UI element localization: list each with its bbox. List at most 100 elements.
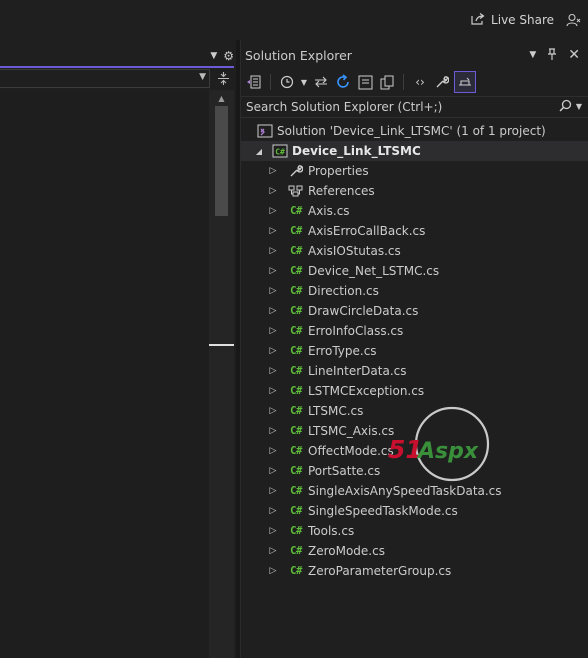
editor-dropdown-icon[interactable]: ▼ xyxy=(210,51,217,61)
tree-project-node[interactable]: ◢ C# Device_Link_LTSMC xyxy=(241,141,588,161)
tree-item-label: Properties xyxy=(308,164,369,178)
csharp-project-icon: C# xyxy=(271,143,289,159)
solution-label: Solution 'Device_Link_LTSMC' (1 of 1 pro… xyxy=(277,124,546,138)
csharp-file-icon: C# xyxy=(290,245,302,257)
scroll-up-icon[interactable]: ▲ xyxy=(209,91,234,105)
collapsed-arrow-icon[interactable]: ▷ xyxy=(267,306,279,316)
live-share-button[interactable]: Live Share xyxy=(470,10,554,30)
tree-item-label: AxisIOStutas.cs xyxy=(308,244,401,258)
csharp-file-icon: C# xyxy=(290,405,302,417)
collapsed-arrow-icon[interactable]: ▷ xyxy=(267,286,279,296)
csharp-file-icon: C# xyxy=(290,525,302,537)
expanded-arrow-icon[interactable]: ◢ xyxy=(253,147,265,156)
tree-item[interactable]: ▷ C# DrawCircleData.cs xyxy=(241,301,588,321)
editor-settings-icon[interactable]: ⚙ xyxy=(223,49,234,63)
pin-icon[interactable] xyxy=(547,47,557,63)
collapsed-arrow-icon[interactable]: ▷ xyxy=(267,246,279,256)
tree-item[interactable]: ▷ C# Axis.cs xyxy=(241,201,588,221)
switch-views-icon[interactable] xyxy=(244,71,264,93)
refresh-icon[interactable] xyxy=(333,71,353,93)
properties-wrench-icon[interactable] xyxy=(432,71,452,93)
tree-item[interactable]: ▷ C# LineInterData.cs xyxy=(241,361,588,381)
panel-title-buttons: ▼ ✕ xyxy=(529,47,580,63)
editor-navigation-dropdown[interactable]: ▼ xyxy=(0,69,210,88)
tree-item[interactable]: ▷ C# ZeroMode.cs xyxy=(241,541,588,561)
csharp-file-icon: C# xyxy=(290,265,302,277)
tree-item[interactable]: ▷ C# Direction.cs xyxy=(241,281,588,301)
sync-with-active-document-icon[interactable] xyxy=(311,71,331,93)
collapsed-arrow-icon[interactable]: ▷ xyxy=(267,486,279,496)
show-all-files-icon[interactable] xyxy=(377,71,397,93)
tree-item[interactable]: ▷ C# OffectMode.cs xyxy=(241,441,588,461)
collapsed-arrow-icon[interactable]: ▷ xyxy=(267,546,279,556)
csharp-file-icon: C# xyxy=(290,485,302,497)
references-icon xyxy=(287,183,305,199)
scrollbar-thumb[interactable] xyxy=(215,106,228,216)
tree-item[interactable]: ▷ C# Tools.cs xyxy=(241,521,588,541)
csharp-file-icon: C# xyxy=(290,385,302,397)
csharp-file-icon: C# xyxy=(290,545,302,557)
split-editor-icon[interactable] xyxy=(212,69,234,88)
collapsed-arrow-icon[interactable]: ▷ xyxy=(267,366,279,376)
search-options-dropdown-icon[interactable]: ▼ xyxy=(576,99,582,115)
tree-item-label: ErroInfoClass.cs xyxy=(308,324,404,338)
svg-text:C#: C# xyxy=(275,148,285,157)
live-share-icon xyxy=(470,12,486,29)
tree-item[interactable]: ▷ References xyxy=(241,181,588,201)
collapse-all-icon[interactable] xyxy=(355,71,375,93)
account-icon[interactable] xyxy=(564,10,582,30)
search-icon[interactable] xyxy=(559,99,572,115)
collapsed-arrow-icon[interactable]: ▷ xyxy=(267,386,279,396)
collapsed-arrow-icon[interactable]: ▷ xyxy=(267,166,279,176)
tree-item[interactable]: ▷ C# AxisIOStutas.cs xyxy=(241,241,588,261)
tree-item[interactable]: ▷ C# SingleAxisAnySpeedTaskData.cs xyxy=(241,481,588,501)
tree-item-label: LineInterData.cs xyxy=(308,364,407,378)
pending-changes-filter-icon[interactable] xyxy=(277,71,297,93)
collapsed-arrow-icon[interactable]: ▷ xyxy=(267,426,279,436)
collapsed-arrow-icon[interactable]: ▷ xyxy=(267,346,279,356)
tree-item[interactable]: ▷ C# ZeroParameterGroup.cs xyxy=(241,561,588,581)
csharp-file-icon: C# xyxy=(290,325,302,337)
tree-item[interactable]: ▷ C# AxisErroCallBack.cs xyxy=(241,221,588,241)
csharp-file-icon: C# xyxy=(290,225,302,237)
tree-item[interactable]: ▷ C# LSTMCException.cs xyxy=(241,381,588,401)
collapsed-arrow-icon[interactable]: ▷ xyxy=(267,206,279,216)
collapsed-arrow-icon[interactable]: ▷ xyxy=(267,266,279,276)
collapsed-arrow-icon[interactable]: ▷ xyxy=(267,226,279,236)
collapsed-arrow-icon[interactable]: ▷ xyxy=(267,326,279,336)
collapsed-arrow-icon[interactable]: ▷ xyxy=(267,406,279,416)
tree-item[interactable]: ▷ C# ErroType.cs xyxy=(241,341,588,361)
csharp-file-icon: C# xyxy=(290,345,302,357)
view-code-icon[interactable]: ‹› xyxy=(410,71,430,93)
tree-item[interactable]: ▷ C# LTSMC.cs xyxy=(241,401,588,421)
collapsed-arrow-icon[interactable]: ▷ xyxy=(267,186,279,196)
collapsed-arrow-icon[interactable]: ▷ xyxy=(267,466,279,476)
csharp-file-icon: C# xyxy=(290,445,302,457)
csharp-file-icon: C# xyxy=(290,205,302,217)
filter-dropdown-icon[interactable]: ▼ xyxy=(299,71,309,93)
tree-item-label: Device_Net_LSTMC.cs xyxy=(308,264,440,278)
collapsed-arrow-icon[interactable]: ▷ xyxy=(267,566,279,576)
panel-menu-dropdown-icon[interactable]: ▼ xyxy=(529,50,536,60)
code-editor-area[interactable] xyxy=(0,90,209,658)
tree-item[interactable]: ▷ C# LTSMC_Axis.cs xyxy=(241,421,588,441)
tree-item[interactable]: ▷ C# ErroInfoClass.cs xyxy=(241,321,588,341)
tree-item-label: Axis.cs xyxy=(308,204,350,218)
collapsed-arrow-icon[interactable]: ▷ xyxy=(267,526,279,536)
preview-selected-items-icon[interactable] xyxy=(454,71,476,93)
tree-item-label: ZeroParameterGroup.cs xyxy=(308,564,452,578)
csharp-file-icon: C# xyxy=(290,285,302,297)
tree-item[interactable]: ▷ Properties xyxy=(241,161,588,181)
close-icon[interactable]: ✕ xyxy=(568,47,580,63)
solution-explorer-toolbar: ▼ ‹› xyxy=(244,70,476,94)
editor-header: ▼ ⚙ xyxy=(0,46,238,66)
tree-item-label: LTSMC_Axis.cs xyxy=(308,424,395,438)
search-icons: ▼ xyxy=(559,99,582,115)
tree-item[interactable]: ▷ C# SingleSpeedTaskMode.cs xyxy=(241,501,588,521)
tree-item[interactable]: ▷ C# Device_Net_LSTMC.cs xyxy=(241,261,588,281)
collapsed-arrow-icon[interactable]: ▷ xyxy=(267,446,279,456)
tree-item[interactable]: ▷ C# PortSatte.cs xyxy=(241,461,588,481)
collapsed-arrow-icon[interactable]: ▷ xyxy=(267,506,279,516)
tree-item-label: OffectMode.cs xyxy=(308,444,394,458)
tree-solution-node[interactable]: Solution 'Device_Link_LTSMC' (1 of 1 pro… xyxy=(241,121,588,141)
